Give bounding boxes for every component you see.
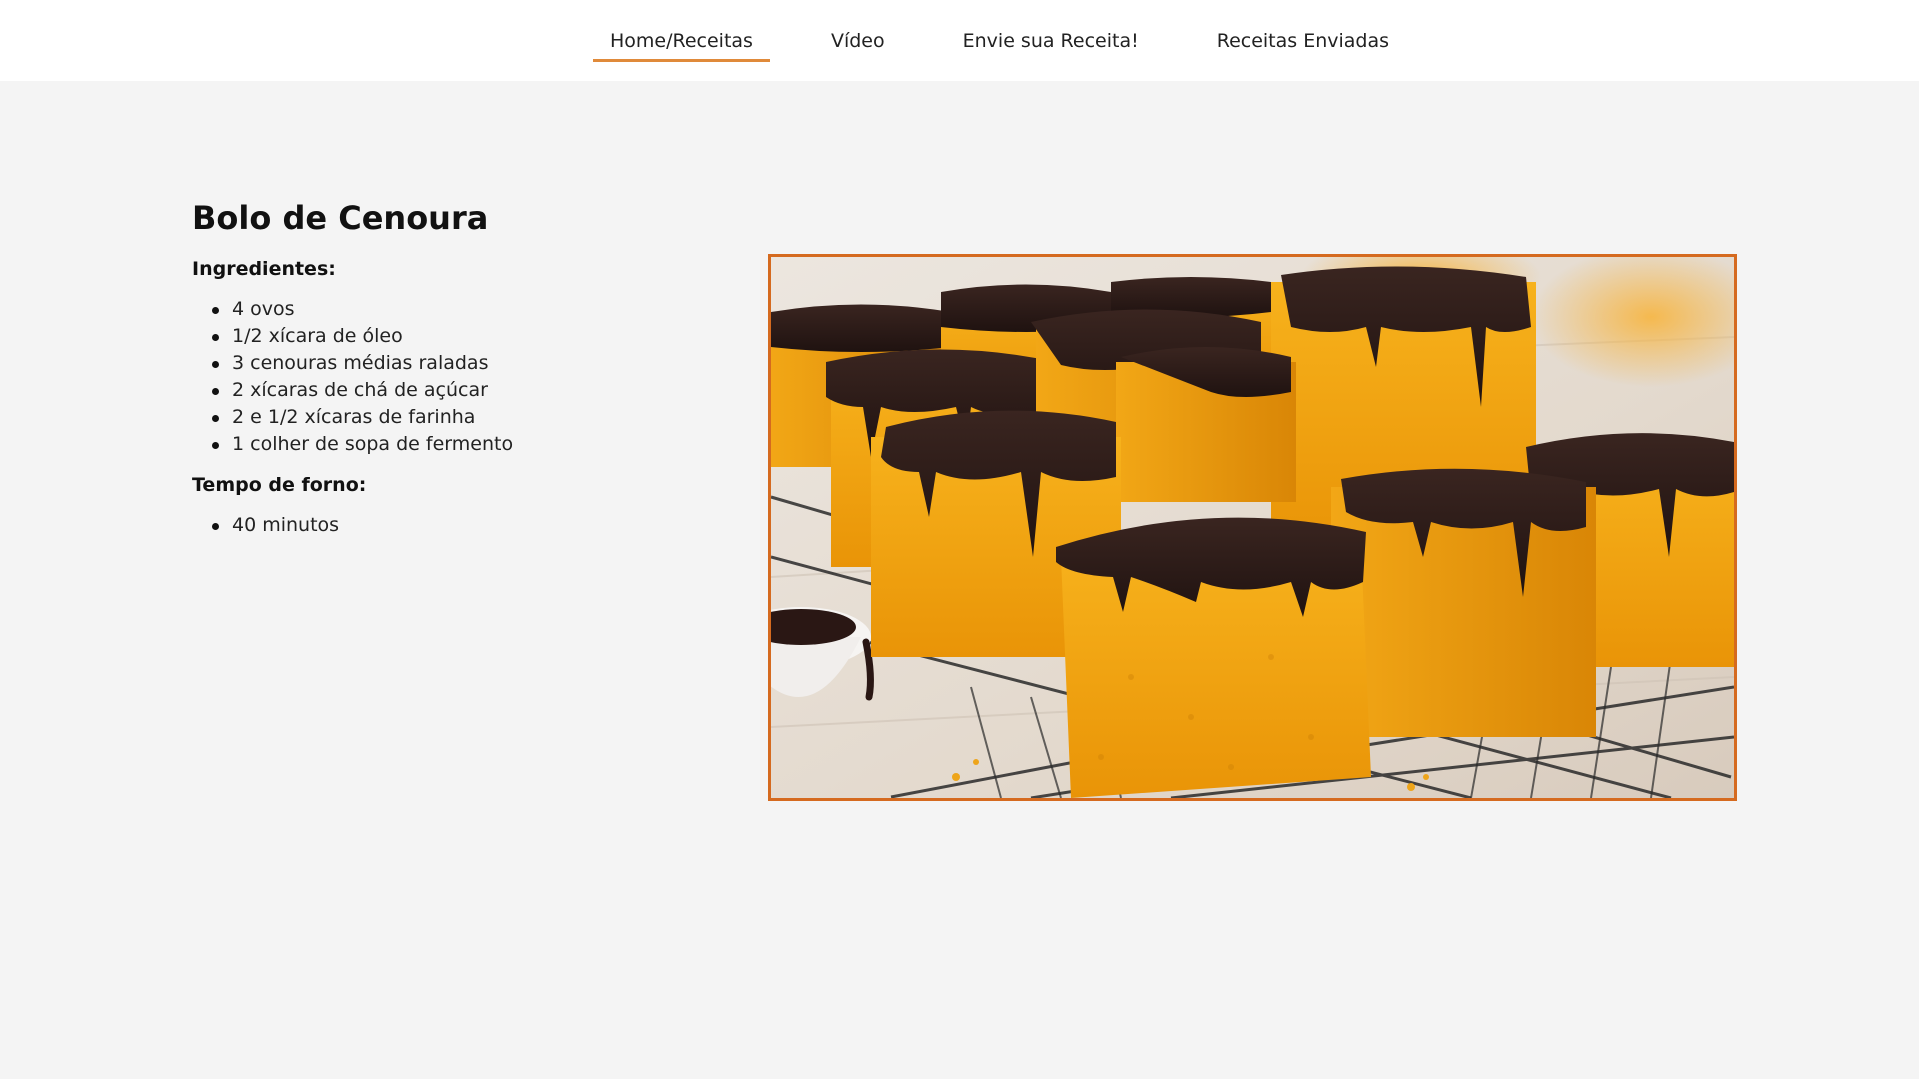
recipe-photo	[768, 254, 1737, 801]
carrot-cake-photo-illustration	[771, 257, 1734, 798]
ingredient-item: 1 colher de sopa de fermento	[212, 431, 712, 458]
ingredient-item: 2 xícaras de chá de açúcar	[212, 377, 712, 404]
ingredients-heading: Ingredientes:	[192, 258, 336, 280]
ingredients-list: 4 ovos 1/2 xícara de óleo 3 cenouras méd…	[192, 296, 712, 458]
nav-receitas-enviadas[interactable]: Receitas Enviadas	[1200, 0, 1406, 59]
ingredient-item: 4 ovos	[212, 296, 712, 323]
main-nav: Home/Receitas Vídeo Envie sua Receita! R…	[593, 0, 1406, 81]
oven-time-heading: Tempo de forno:	[192, 474, 367, 496]
recipe-title: Bolo de Cenoura	[192, 199, 489, 237]
nav-home-receitas[interactable]: Home/Receitas	[593, 0, 770, 62]
top-navigation-bar: Home/Receitas Vídeo Envie sua Receita! R…	[0, 0, 1919, 81]
ingredient-item: 3 cenouras médias raladas	[212, 350, 712, 377]
ingredient-item: 2 e 1/2 xícaras de farinha	[212, 404, 712, 431]
nav-video[interactable]: Vídeo	[814, 0, 902, 59]
nav-envie-receita[interactable]: Envie sua Receita!	[946, 0, 1156, 59]
oven-time-item: 40 minutos	[212, 512, 712, 539]
recipe-content: Bolo de Cenoura Ingredientes: 4 ovos 1/2…	[192, 196, 712, 539]
oven-time-list: 40 minutos	[192, 512, 712, 539]
ingredient-item: 1/2 xícara de óleo	[212, 323, 712, 350]
